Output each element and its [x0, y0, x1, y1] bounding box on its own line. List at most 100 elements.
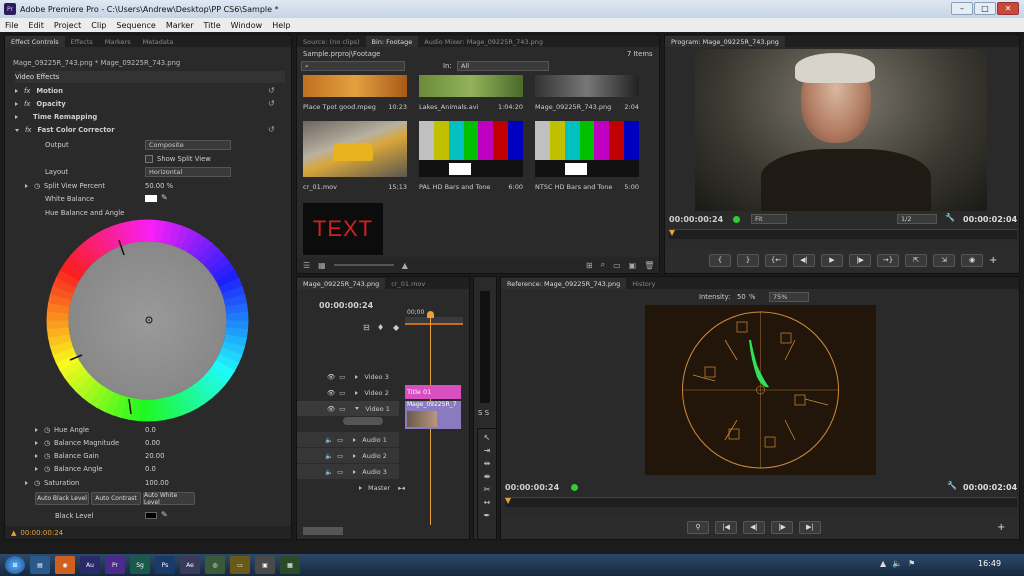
tray-flag-icon[interactable]: ⚑ [908, 559, 915, 568]
maximize-button[interactable]: □ [974, 2, 996, 15]
minimize-button[interactable]: – [951, 2, 973, 15]
reset-motion-icon[interactable]: ↺ [268, 86, 275, 95]
intensity-value[interactable]: 50 [737, 291, 746, 303]
menu-window[interactable]: Window [226, 21, 268, 30]
menu-file[interactable]: File [0, 21, 23, 30]
tab-effect-controls[interactable]: Effect Controls [5, 36, 65, 47]
mark-in-button[interactable]: { [709, 253, 731, 267]
ref-go-to-out-button[interactable]: ▶| [799, 520, 821, 534]
step-forward-button[interactable]: |▶ [849, 253, 871, 267]
tab-sequence-mage[interactable]: Mage_09225R_743.png [297, 278, 386, 289]
mark-out-button[interactable]: } [737, 253, 759, 267]
clip-cr01[interactable]: cr_01.mov 15;13 [303, 121, 407, 196]
timeline-scrollbar[interactable] [303, 527, 343, 535]
timeline-timecode[interactable]: 00:00:00:24 [319, 299, 373, 311]
list-view-icon[interactable]: ☰ [303, 261, 310, 270]
settings-wrench-icon[interactable]: 🔧 [945, 213, 955, 222]
clip-title-text-thumb[interactable]: TEXT [303, 203, 383, 255]
zoom-slider[interactable] [333, 264, 394, 266]
auto-black-level-button[interactable]: Auto Black Level [35, 492, 89, 505]
taskbar-app[interactable]: ▣ [255, 556, 275, 574]
reset-opacity-icon[interactable]: ↺ [268, 99, 275, 108]
extract-button[interactable]: ⇲ [933, 253, 955, 267]
taskbar-folder[interactable]: ▭ [230, 556, 250, 574]
effect-motion[interactable]: fx Motion [15, 85, 63, 97]
go-to-in-button[interactable]: {← [765, 253, 787, 267]
menu-edit[interactable]: Edit [23, 21, 49, 30]
new-item-icon[interactable]: ▣ [629, 261, 637, 270]
taskbar-after-effects[interactable]: Ae [180, 556, 200, 574]
menu-project[interactable]: Project [49, 21, 86, 30]
work-area-bar[interactable] [405, 317, 463, 325]
snap-icon[interactable]: ⊟ [363, 323, 370, 332]
new-bin-icon[interactable]: ▭ [613, 261, 621, 270]
reference-time-ruler[interactable] [505, 497, 1017, 507]
tab-markers[interactable]: Markers [99, 36, 137, 47]
zoom-dropdown[interactable]: 75% [769, 292, 809, 302]
automate-icon[interactable]: ⊞ [586, 261, 593, 270]
menu-clip[interactable]: Clip [86, 21, 111, 30]
reference-timecode[interactable]: 00:00:00:24 [505, 481, 559, 493]
effect-opacity[interactable]: fx Opacity [15, 98, 66, 110]
clip-pal-bars[interactable]: PAL HD Bars and Tone 6:00 [419, 121, 523, 196]
layout-dropdown[interactable]: Horizontal [145, 167, 231, 177]
tab-metadata[interactable]: Metadata [137, 36, 180, 47]
balance-angle-value[interactable]: 0.0 [145, 463, 156, 475]
step-back-button[interactable]: ◀| [793, 253, 815, 267]
tab-effects[interactable]: Effects [65, 36, 99, 47]
icon-view-icon[interactable]: ▦ [318, 261, 326, 270]
razor-tool-icon[interactable]: ✂ [484, 485, 491, 494]
program-time-ruler[interactable] [669, 229, 1017, 239]
taskbar-premiere[interactable]: Pr [105, 556, 125, 574]
zoom-icon[interactable]: ▲ [402, 261, 408, 270]
reset-fcc-icon[interactable]: ↺ [268, 125, 275, 134]
ref-add-button-icon[interactable]: + [997, 522, 1005, 533]
hue-angle-value[interactable]: 0.0 [145, 424, 156, 436]
black-eyedropper-icon[interactable]: ✎ [161, 510, 168, 519]
tab-program[interactable]: Program: Mage_09225R_743.png [665, 36, 785, 47]
tray-volume-icon[interactable]: 🔈 [892, 559, 902, 568]
effect-time-remapping[interactable]: Time Remapping [15, 111, 97, 123]
tab-audio-mixer[interactable]: Audio Mixer: Mage_09225R_743.png [418, 36, 549, 47]
taskbar-speedgrade[interactable]: Sg [130, 556, 150, 574]
menu-help[interactable]: Help [267, 21, 295, 30]
effect-fast-color-corrector[interactable]: fx Fast Color Corrector [15, 124, 115, 136]
close-button[interactable]: ✕ [997, 2, 1019, 15]
tab-reference[interactable]: Reference: Mage_09225R_743.png [501, 278, 627, 289]
menu-marker[interactable]: Marker [161, 21, 199, 30]
balance-magnitude-value[interactable]: 0.00 [145, 437, 160, 449]
gang-button[interactable]: ⚲ [687, 520, 709, 534]
lift-button[interactable]: ⇱ [905, 253, 927, 267]
taskbar-firefox[interactable]: ◉ [55, 556, 75, 574]
white-balance-swatch[interactable] [145, 195, 157, 202]
auto-contrast-button[interactable]: Auto Contrast [91, 492, 141, 505]
selection-tool-icon[interactable]: ↖ [484, 433, 491, 442]
clip-title-01[interactable]: Title 01 [405, 385, 461, 399]
fit-dropdown[interactable]: Fit [751, 214, 787, 224]
ref-step-forward-button[interactable]: |▶ [771, 520, 793, 534]
split-percent-value[interactable]: 50.00 % [145, 180, 173, 192]
add-button-icon[interactable]: + [989, 255, 997, 266]
clip-ntsc-bars[interactable]: NTSC HD Bars and Tone 5:00 [535, 121, 639, 196]
tab-history[interactable]: History [626, 278, 661, 289]
start-button[interactable]: ⊞ [5, 556, 25, 574]
play-button[interactable]: ▶ [821, 253, 843, 267]
taskbar-chrome[interactable]: ◎ [205, 556, 225, 574]
tab-sequence-cr01[interactable]: cr_01.mov [385, 278, 431, 289]
show-split-checkbox[interactable] [145, 155, 153, 163]
black-level-swatch[interactable] [145, 512, 157, 519]
marker-icon[interactable]: ♦ [377, 323, 384, 332]
reference-settings-wrench-icon[interactable]: 🔧 [947, 481, 957, 490]
rolling-edit-tool-icon[interactable]: ⇼ [484, 472, 491, 481]
delete-icon[interactable]: 🗑 [644, 261, 654, 270]
saturation-value[interactable]: 100.00 [145, 477, 169, 489]
hue-balance-color-wheel[interactable] [45, 218, 250, 423]
balance-gain-value[interactable]: 20.00 [145, 450, 164, 462]
taskbar-photoshop[interactable]: Ps [155, 556, 175, 574]
playhead-handle[interactable] [427, 311, 434, 318]
taskbar-explorer[interactable]: ▤ [30, 556, 50, 574]
pen-tool-icon[interactable]: ✒ [484, 511, 491, 520]
tab-source[interactable]: Source: (no clips) [297, 36, 366, 47]
ref-go-to-in-button[interactable]: |◀ [715, 520, 737, 534]
ripple-edit-tool-icon[interactable]: ⇹ [484, 459, 491, 468]
